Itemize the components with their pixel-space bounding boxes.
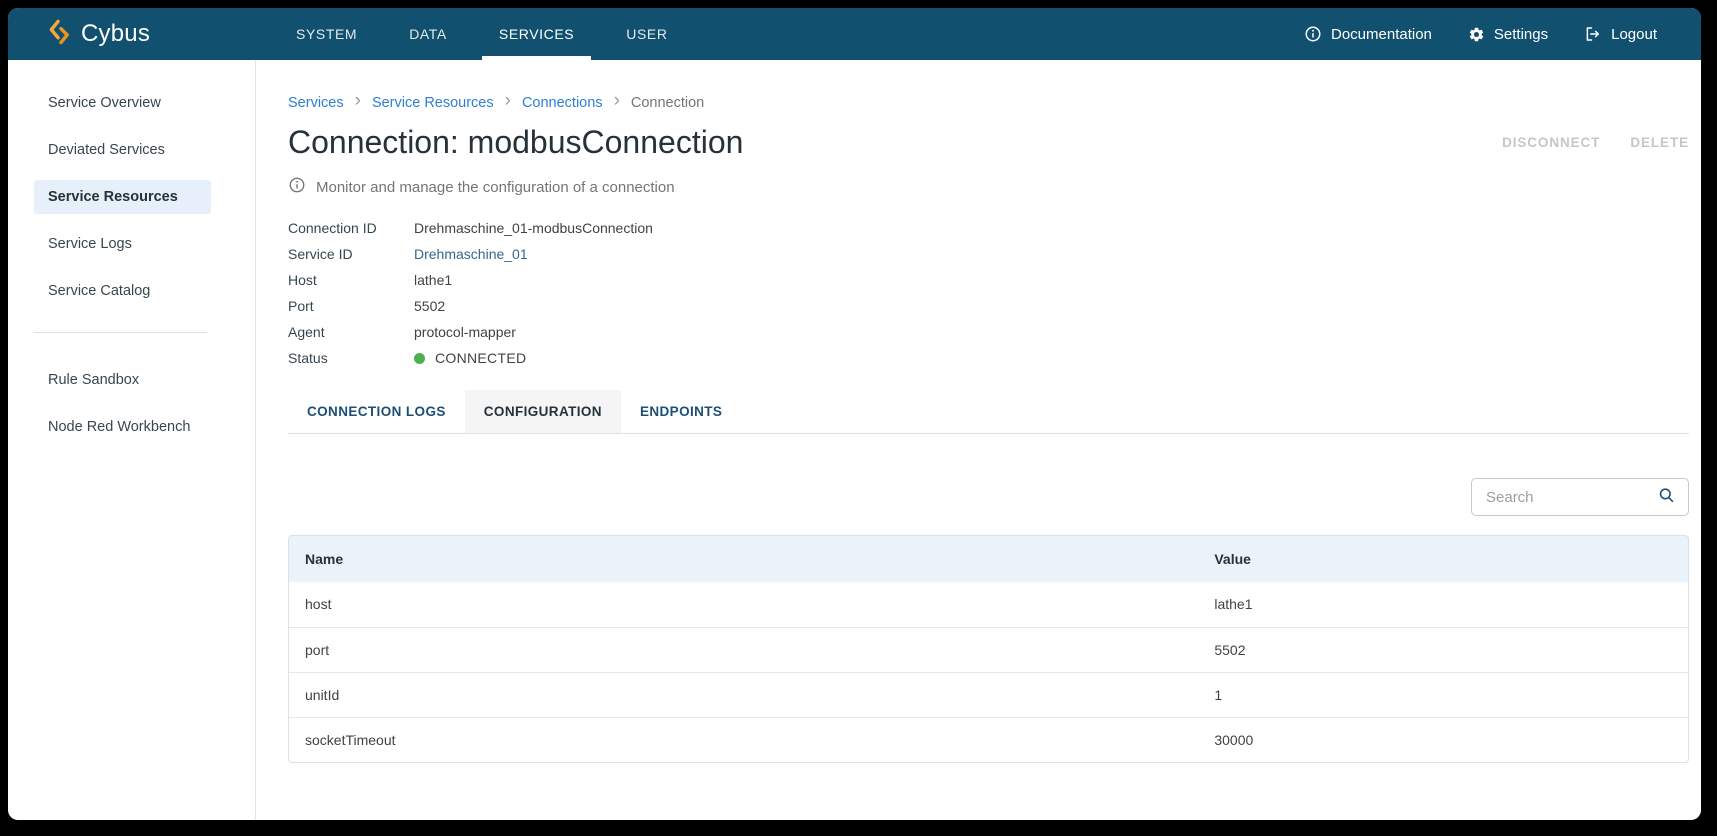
column-header-value: Value	[1198, 536, 1688, 582]
detail-label: Host	[288, 272, 414, 288]
detail-label: Agent	[288, 324, 414, 340]
info-icon	[288, 176, 306, 198]
detail-value: protocol-mapper	[414, 324, 516, 340]
settings-button[interactable]: Settings	[1468, 26, 1548, 43]
disconnect-button[interactable]: DISCONNECT	[1502, 135, 1600, 150]
search-icon	[1657, 486, 1676, 508]
cell-value: 5502	[1198, 627, 1688, 672]
page-subtitle-text: Monitor and manage the configuration of …	[316, 179, 675, 196]
info-icon	[1304, 25, 1322, 43]
sidebar-item-service-catalog[interactable]: Service Catalog	[34, 274, 211, 308]
table-row: socketTimeout 30000	[289, 717, 1688, 762]
chevron-right-icon: ›	[505, 94, 511, 111]
documentation-label: Documentation	[1331, 26, 1432, 43]
navbar-actions: Documentation Settings L	[1304, 8, 1657, 60]
delete-button[interactable]: DELETE	[1630, 135, 1689, 150]
page-actions: DISCONNECT DELETE	[1502, 135, 1689, 150]
sidebar-item-deviated-services[interactable]: Deviated Services	[34, 133, 211, 167]
brand-logo[interactable]: Cybus	[48, 8, 150, 60]
gear-icon	[1468, 26, 1485, 43]
detail-value: Drehmaschine_01-modbusConnection	[414, 220, 653, 236]
cell-value: lathe1	[1198, 582, 1688, 627]
nav-tab-user[interactable]: USER	[600, 8, 693, 60]
service-id-link[interactable]: Drehmaschine_01	[414, 246, 528, 262]
chevron-right-icon: ›	[355, 94, 361, 111]
detail-label: Connection ID	[288, 220, 414, 236]
cell-value: 30000	[1198, 717, 1688, 762]
detail-row-service-id: Service ID Drehmaschine_01	[288, 241, 1689, 267]
detail-value: 5502	[414, 298, 445, 314]
detail-label: Status	[288, 350, 414, 366]
table-header-row: Name Value	[289, 536, 1688, 582]
app-window: Cybus SYSTEM DATA SERVICES USER Document…	[8, 8, 1701, 820]
detail-value: lathe1	[414, 272, 452, 288]
search-box	[1471, 478, 1689, 516]
tab-configuration[interactable]: CONFIGURATION	[465, 390, 621, 433]
detail-row-connection-id: Connection ID Drehmaschine_01-modbusConn…	[288, 215, 1689, 241]
content-shell: Service Overview Deviated Services Servi…	[8, 60, 1701, 820]
sidebar-divider	[34, 332, 207, 333]
page-header: Connection: modbusConnection DISCONNECT …	[288, 124, 1689, 161]
sidebar-item-rule-sandbox[interactable]: Rule Sandbox	[34, 363, 211, 397]
detail-row-host: Host lathe1	[288, 267, 1689, 293]
detail-row-agent: Agent protocol-mapper	[288, 319, 1689, 345]
cell-name: unitId	[289, 672, 1198, 717]
breadcrumb-link-connections[interactable]: Connections	[522, 95, 603, 111]
detail-row-port: Port 5502	[288, 293, 1689, 319]
tab-connection-logs[interactable]: CONNECTION LOGS	[288, 390, 465, 433]
cell-name: host	[289, 582, 1198, 627]
status-dot	[414, 353, 425, 364]
detail-tabs: CONNECTION LOGS CONFIGURATION ENDPOINTS	[288, 390, 1689, 434]
chevron-right-icon: ›	[614, 94, 620, 111]
configuration-table: Name Value host lathe1 port 5502	[288, 535, 1689, 763]
table-toolbar	[288, 478, 1689, 516]
search-button[interactable]	[1657, 486, 1676, 508]
status-text: CONNECTED	[435, 350, 526, 366]
detail-label: Service ID	[288, 246, 414, 262]
cell-value: 1	[1198, 672, 1688, 717]
settings-label: Settings	[1494, 26, 1548, 43]
breadcrumb-current: Connection	[631, 95, 704, 111]
nav-tab-system[interactable]: SYSTEM	[270, 8, 383, 60]
logout-button[interactable]: Logout	[1584, 25, 1657, 43]
cybus-logo-icon	[48, 19, 71, 50]
page-title: Connection: modbusConnection	[288, 124, 743, 161]
connection-details: Connection ID Drehmaschine_01-modbusConn…	[288, 215, 1689, 371]
search-input[interactable]	[1486, 489, 1657, 506]
sidebar-item-service-resources[interactable]: Service Resources	[34, 180, 211, 214]
documentation-button[interactable]: Documentation	[1304, 25, 1432, 43]
cell-name: port	[289, 627, 1198, 672]
sidebar-item-node-red-workbench[interactable]: Node Red Workbench	[34, 410, 211, 444]
main-content: Services › Service Resources › Connectio…	[256, 60, 1701, 820]
tab-endpoints[interactable]: ENDPOINTS	[621, 390, 741, 433]
detail-label: Port	[288, 298, 414, 314]
sidebar-item-service-overview[interactable]: Service Overview	[34, 86, 211, 120]
cell-name: socketTimeout	[289, 717, 1198, 762]
sidebar-item-service-logs[interactable]: Service Logs	[34, 227, 211, 261]
logout-icon	[1584, 25, 1602, 43]
detail-row-status: Status CONNECTED	[288, 345, 1689, 371]
table-row: port 5502	[289, 627, 1688, 672]
breadcrumb: Services › Service Resources › Connectio…	[288, 94, 1689, 111]
breadcrumb-link-services[interactable]: Services	[288, 95, 344, 111]
table-row: unitId 1	[289, 672, 1688, 717]
status-badge: CONNECTED	[414, 350, 526, 366]
main-nav: SYSTEM DATA SERVICES USER	[270, 8, 694, 60]
brand-name: Cybus	[81, 20, 150, 48]
table-row: host lathe1	[289, 582, 1688, 627]
sidebar: Service Overview Deviated Services Servi…	[8, 60, 256, 820]
column-header-name: Name	[289, 536, 1198, 582]
top-navbar: Cybus SYSTEM DATA SERVICES USER Document…	[8, 8, 1701, 60]
nav-tab-data[interactable]: DATA	[383, 8, 473, 60]
logout-label: Logout	[1611, 26, 1657, 43]
nav-tab-services[interactable]: SERVICES	[473, 8, 600, 60]
breadcrumb-link-service-resources[interactable]: Service Resources	[372, 95, 494, 111]
page-subtitle: Monitor and manage the configuration of …	[288, 176, 1689, 198]
